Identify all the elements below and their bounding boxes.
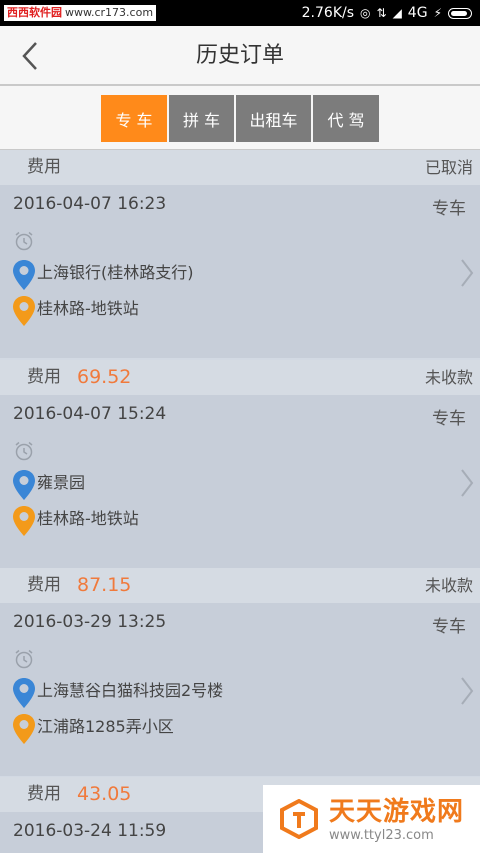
fee-row: 费用 已取消 — [0, 150, 480, 185]
status-bar: 西西软件园 www.cr173.com 2.76K/s ◎ ⇅ ◢ 4G ⚡ — [0, 0, 480, 26]
tab-taxi[interactable]: 出租车 — [236, 95, 311, 142]
fee-label: 费用 — [27, 367, 61, 387]
fee-row: 费用 87.15 未收款 — [0, 568, 480, 603]
signal-icon: ◢ — [392, 6, 402, 20]
order-type: 专车 — [432, 409, 466, 429]
start-location: 上海银行(桂林路支行) — [37, 263, 194, 282]
chevron-right-icon — [461, 677, 474, 705]
watermark-top: 西西软件园 www.cr173.com — [4, 5, 157, 21]
watermark-url: www.ttyl23.com — [329, 828, 434, 843]
fee-row: 费用 69.52 未收款 — [0, 360, 480, 395]
order-card[interactable]: 2016-03-29 13:25 专车 上海慧谷白猫科技园2号楼 江浦路1285… — [0, 603, 480, 776]
fee-label: 费用 — [27, 575, 61, 595]
start-location-pin-icon — [13, 260, 35, 290]
alarm-clock-icon — [15, 649, 33, 669]
start-location: 上海慧谷白猫科技园2号楼 — [37, 681, 224, 700]
alarm-clock-icon — [15, 231, 33, 251]
order-type: 专车 — [432, 199, 466, 219]
hotspot-icon: ◎ — [360, 6, 371, 20]
end-location-pin-icon — [13, 296, 35, 326]
end-location: 江浦路1285弄小区 — [37, 717, 174, 736]
end-location: 桂林路-地铁站 — [37, 509, 139, 528]
tab-special-car[interactable]: 专 车 — [101, 95, 167, 142]
tab-bar: 专 车 拼 车 出租车 代 驾 — [0, 86, 480, 150]
order-type: 专车 — [432, 617, 466, 637]
back-arrow-icon — [22, 42, 37, 70]
end-location-pin-icon — [13, 506, 35, 536]
order-item: 费用 87.15 未收款 2016-03-29 13:25 专车 上海慧谷白猫科… — [0, 568, 480, 776]
start-location: 雍景园 — [37, 473, 86, 492]
start-location-pin-icon — [13, 678, 35, 708]
watermark-logo-icon — [280, 799, 318, 839]
network-type: 4G — [407, 5, 428, 21]
chevron-right-icon — [461, 259, 474, 287]
tab-carpool[interactable]: 拼 车 — [169, 95, 234, 142]
order-datetime: 2016-04-07 16:23 — [13, 194, 167, 214]
end-location: 桂林路-地铁站 — [37, 299, 139, 318]
start-location-pin-icon — [13, 470, 35, 500]
charging-icon: ⚡ — [433, 6, 442, 20]
order-datetime: 2016-03-29 13:25 — [13, 612, 167, 632]
order-status: 已取消 — [424, 158, 473, 177]
order-item: 费用 已取消 2016-04-07 16:23 专车 上海银行(桂林路支行) 桂… — [0, 150, 480, 358]
fee-label: 费用 — [27, 784, 61, 804]
order-card[interactable]: 2016-04-07 16:23 专车 上海银行(桂林路支行) 桂林路-地铁站 — [0, 185, 480, 358]
order-status: 未收款 — [424, 368, 473, 387]
fee-amount: 43.05 — [77, 783, 132, 805]
network-speed: 2.76K/s — [301, 5, 355, 21]
tab-designated-driver[interactable]: 代 驾 — [313, 95, 379, 142]
watermark-top-url: www.cr173.com — [65, 6, 154, 19]
data-transfer-icon: ⇅ — [376, 6, 387, 20]
order-card[interactable]: 2016-04-07 15:24 专车 雍景园 桂林路-地铁站 — [0, 395, 480, 568]
order-status: 未收款 — [424, 576, 473, 595]
fee-amount: 87.15 — [77, 574, 132, 596]
watermark-name: 天天游戏网 — [329, 797, 465, 827]
back-button[interactable] — [10, 36, 50, 76]
end-location-pin-icon — [13, 714, 35, 744]
alarm-clock-icon — [15, 441, 33, 461]
nav-bar: 历史订单 — [0, 26, 480, 86]
watermark-top-name: 西西软件园 — [7, 6, 62, 19]
order-item: 费用 69.52 未收款 2016-04-07 15:24 专车 雍景园 桂林路 — [0, 360, 480, 568]
order-datetime: 2016-04-07 15:24 — [13, 404, 167, 424]
page-title: 历史订单 — [195, 43, 284, 68]
fee-amount: 69.52 — [77, 366, 132, 388]
fee-label: 费用 — [27, 157, 61, 177]
chevron-right-icon — [461, 469, 474, 497]
watermark: 天天游戏网 www.ttyl23.com — [263, 785, 480, 853]
battery-icon — [448, 7, 472, 19]
order-datetime: 2016-03-24 11:59 — [13, 821, 167, 841]
